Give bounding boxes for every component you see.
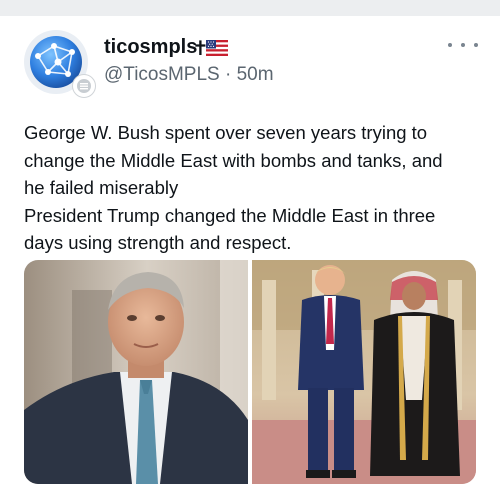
handle[interactable]: @TicosMPLS [104,64,220,85]
verified-badge-icon [72,74,96,98]
media-image-left[interactable] [24,260,248,484]
tweet-text-line: he failed miserably [24,177,179,198]
display-name[interactable]: ticosmpls [104,36,197,59]
tweet-text-line: George W. Bush spent over seven years tr… [24,122,428,143]
tweet-media[interactable] [24,260,476,484]
more-options-icon[interactable] [448,34,478,56]
separator: · [225,64,232,85]
timestamp[interactable]: 50m [237,64,274,85]
handle-and-time: @TicosMPLS · 50m [104,64,274,86]
us-flag-icon [206,40,228,56]
media-image-right[interactable] [252,260,476,484]
tweet-text-line: change the Middle East with bombs and ta… [24,149,443,171]
tweet-text-line: days using strength and respect. [24,232,292,253]
tweet-text: George W. Bush spent over seven years tr… [24,119,484,257]
tweet-text-line: President Trump changed the Middle East … [24,204,436,226]
status-strip [0,0,500,16]
